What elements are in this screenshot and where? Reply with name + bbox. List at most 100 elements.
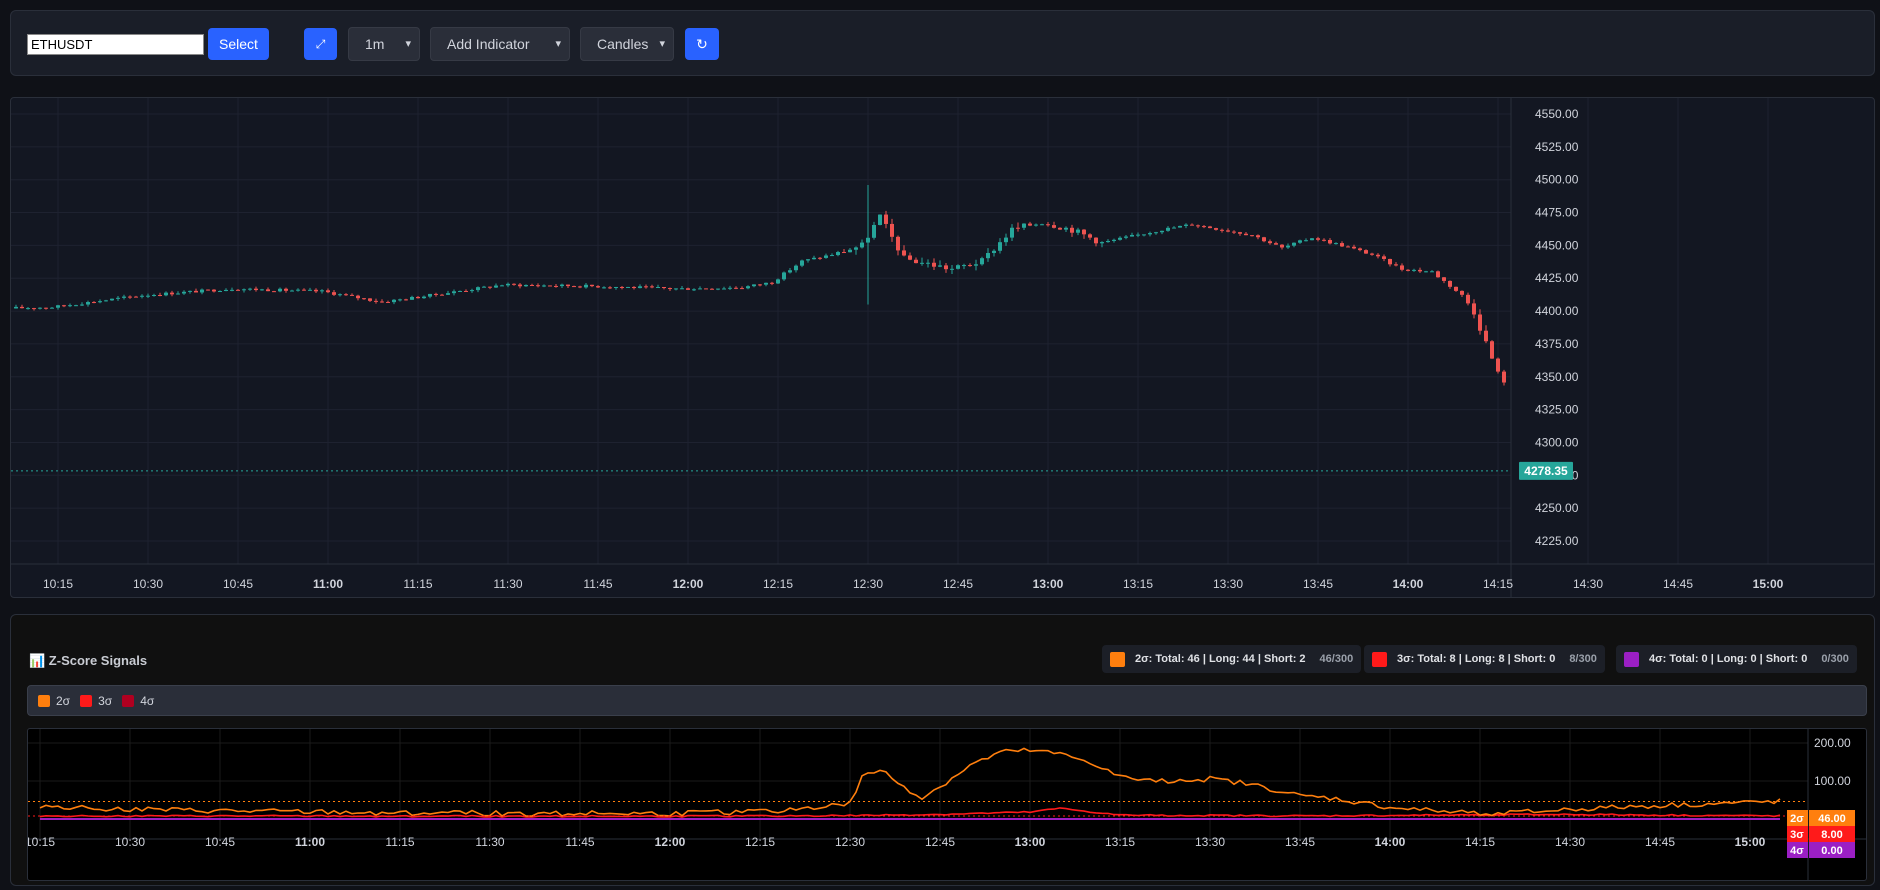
candle-body — [1172, 227, 1176, 229]
candle-body — [506, 283, 510, 286]
time-tick-label: 13:00 — [1033, 577, 1064, 591]
sigma3-value-label: 8.00 — [1821, 829, 1842, 841]
expand-button[interactable]: ⤢ — [304, 28, 337, 60]
expand-icon: ⤢ — [315, 36, 326, 51]
candle-body — [248, 288, 252, 290]
legend-item-4sigma[interactable]: 4σ — [122, 694, 154, 708]
candle-body — [302, 289, 306, 291]
add-indicator-select[interactable]: Add Indicator ▾ — [430, 27, 570, 61]
candle-body — [524, 284, 528, 287]
candle-body — [1076, 229, 1080, 233]
time-tick-label: 14:00 — [1393, 577, 1424, 591]
candle-body — [998, 242, 1002, 251]
candle-body — [572, 286, 576, 288]
candle-body — [1304, 240, 1308, 242]
candle-body — [446, 293, 450, 295]
candle-body — [1178, 225, 1182, 228]
legend-item-2sigma[interactable]: 2σ — [38, 694, 70, 708]
candle-body — [1316, 238, 1320, 240]
candle-body — [296, 289, 300, 291]
candle-body — [1082, 229, 1086, 235]
candle-body — [1484, 330, 1488, 342]
time-tick-label: 10:15 — [43, 577, 73, 591]
zscore-legend: 2σ 3σ 4σ — [27, 685, 1867, 716]
candle-body — [428, 293, 432, 297]
candle-body — [806, 259, 810, 261]
candle-body — [626, 286, 630, 288]
candle-body — [1394, 264, 1398, 266]
legend-swatch — [38, 694, 50, 707]
candle-body — [1340, 243, 1344, 247]
candle-body — [128, 296, 132, 298]
candle-body — [434, 293, 438, 295]
time-tick-label: 13:45 — [1303, 577, 1333, 591]
candle-body — [1058, 227, 1062, 230]
candle-body — [422, 296, 426, 299]
candle-body — [848, 249, 852, 253]
candle-body — [206, 289, 210, 291]
candle-body — [974, 264, 978, 266]
candle-body — [224, 289, 228, 292]
candle-body — [1256, 235, 1260, 238]
time-tick-label: 12:45 — [943, 577, 973, 591]
candle-body — [1382, 256, 1386, 259]
interval-select[interactable]: 1m ▾ — [348, 27, 420, 61]
candle-body — [1034, 224, 1038, 226]
candle-body — [1052, 225, 1056, 228]
candle-body — [710, 288, 714, 290]
candle-body — [968, 265, 972, 267]
sigma2-summary: 2σ: Total: 46 | Long: 44 | Short: 2 — [1135, 653, 1306, 665]
zscore-chart-svg[interactable]: 200.00 100.00 2σ 46.00 3σ 8.00 4σ 0.00 10:15 10:3… — [28, 729, 1867, 881]
legend-item-3sigma[interactable]: 3σ — [80, 694, 112, 708]
candle-body — [1136, 234, 1140, 236]
time-tick-label: 13:30 — [1213, 577, 1243, 591]
sigma4-name-label: 4σ — [1790, 845, 1804, 857]
candle-body — [170, 292, 174, 295]
candle-body — [614, 286, 618, 288]
candle-body — [854, 247, 858, 250]
candle-body — [146, 295, 150, 297]
candle-body — [908, 255, 912, 260]
candle-body — [1442, 277, 1446, 281]
time-tick-label: 11:45 — [565, 835, 594, 849]
candle-body — [1106, 240, 1110, 243]
candle-body — [188, 290, 192, 292]
candle-body — [1466, 294, 1470, 304]
candle-body — [356, 295, 360, 299]
candle-body — [1112, 239, 1116, 241]
candle-body — [962, 265, 966, 267]
symbol-input[interactable] — [27, 34, 204, 55]
candle-body — [1262, 237, 1266, 242]
legend-swatch — [122, 694, 135, 707]
refresh-button[interactable]: ↻ — [685, 28, 719, 60]
candle-body — [74, 305, 78, 307]
sigma2-count: 46/300 — [1319, 653, 1354, 665]
candle-body — [1292, 242, 1296, 246]
candle-body — [512, 283, 516, 285]
candle-body — [1370, 253, 1374, 255]
time-tick-label: 11:15 — [403, 577, 432, 591]
value-tick-label: 200.00 — [1814, 736, 1851, 750]
chart-type-select[interactable]: Candles ▾ — [580, 27, 674, 61]
candle-body — [14, 306, 18, 309]
candle-body — [272, 291, 276, 293]
candle-body — [176, 293, 180, 295]
candle-body — [452, 291, 456, 294]
zscore-chart[interactable]: 200.00 100.00 2σ 46.00 3σ 8.00 4σ 0.00 10:15 10:3… — [27, 728, 1867, 881]
candle-body — [482, 286, 486, 288]
candle-body — [1286, 245, 1290, 248]
candle-body — [1406, 269, 1410, 271]
candle-body — [1310, 238, 1314, 241]
price-chart-svg[interactable]: 4550.00 4525.00 4500.00 4475.00 4450.00 4425.… — [11, 98, 1875, 598]
candle-body — [1214, 228, 1218, 230]
candle-body — [278, 288, 282, 292]
candle-body — [158, 294, 162, 296]
price-chart[interactable]: 4550.00 4525.00 4500.00 4475.00 4450.00 4425.… — [10, 97, 1875, 598]
sigma3-swatch — [1372, 651, 1387, 667]
chevron-down-icon: ▾ — [555, 38, 561, 50]
candle-body — [716, 288, 720, 290]
candle-body — [290, 290, 294, 292]
select-button[interactable]: Select — [208, 28, 269, 60]
time-tick-label: 14:00 — [1375, 835, 1406, 849]
candle-body — [38, 307, 42, 309]
